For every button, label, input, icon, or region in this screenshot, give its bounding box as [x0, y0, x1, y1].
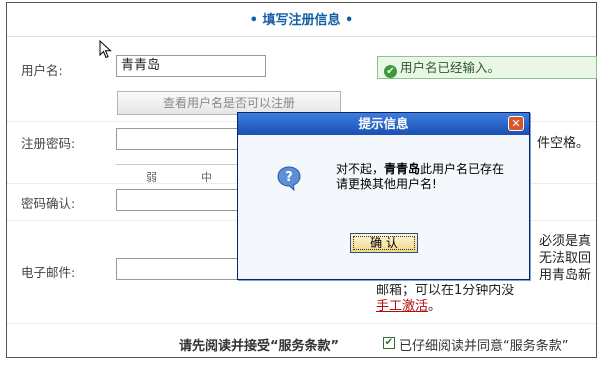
- username-status: ✔ 用户名已经输入。: [377, 56, 597, 79]
- agreement-checkbox[interactable]: ✔: [383, 337, 395, 349]
- password-input[interactable]: [116, 128, 246, 150]
- username-input[interactable]: 青青岛: [116, 55, 266, 77]
- dialog-username: 青青岛: [384, 162, 421, 176]
- page-title: • 填写注册信息 •: [249, 13, 354, 28]
- email-note-activate: 手工激活。: [376, 299, 442, 314]
- password-hint: 件空格。: [537, 136, 590, 151]
- agreement-label: 请先阅读并接受“服务条款”: [179, 339, 340, 354]
- divider: [7, 323, 596, 324]
- dialog-title-bar: 提示信息 ✕: [238, 113, 529, 135]
- dialog-message: 对不起，青青岛此用户名已存在 请更换其他用户名!: [336, 162, 505, 191]
- alert-dialog: 提示信息 ✕ ? 对不起，青青岛此用户名已存在 请更换其他用户名! 确 认: [237, 112, 530, 280]
- mouse-cursor-icon: [99, 40, 112, 59]
- dialog-ok-button[interactable]: 确 认: [350, 233, 418, 253]
- dialog-title: 提示信息: [358, 116, 409, 131]
- close-icon[interactable]: ✕: [508, 116, 524, 131]
- confirm-input[interactable]: [116, 189, 246, 211]
- username-label: 用户名:: [21, 63, 63, 78]
- divider: [7, 36, 596, 37]
- username-status-text: 用户名已经输入。: [400, 60, 501, 75]
- password-label: 注册密码:: [21, 136, 76, 151]
- email-label: 电子邮件:: [21, 265, 76, 280]
- strength-bar: [116, 164, 244, 165]
- checkmark-icon: ✔: [384, 65, 397, 78]
- email-note-line: 用青岛新: [539, 268, 592, 283]
- svg-text:?: ?: [285, 170, 293, 185]
- question-balloon-icon: ?: [277, 166, 301, 191]
- confirm-label: 密码确认:: [21, 196, 76, 211]
- email-input[interactable]: [116, 258, 246, 280]
- manual-activate-link[interactable]: 手工激活: [376, 299, 428, 314]
- agreement-checkbox-label[interactable]: 已仔细阅读并同意“服务条款”: [399, 335, 568, 354]
